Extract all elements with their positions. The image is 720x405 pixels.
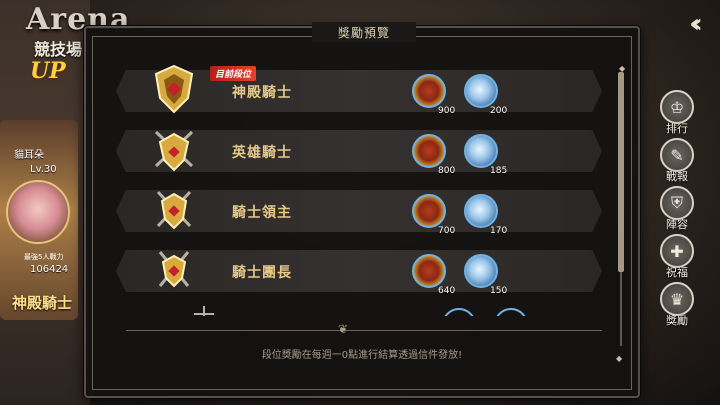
crystal-reward-count: 185	[490, 166, 508, 176]
side-item-rank[interactable]: ♔ 排行	[654, 90, 700, 136]
crystal-reward-icon[interactable]	[464, 254, 498, 288]
tier-emblem-icon	[194, 306, 214, 316]
gold-reward-icon	[442, 308, 476, 316]
footer-note: 段位獎勵在每週一0點進行結算透過信件發放!	[261, 350, 463, 361]
side-item-battle-report[interactable]: ✎ 戰報	[654, 138, 700, 184]
reward-icon: ♛	[660, 282, 694, 316]
side-item-lineup[interactable]: ⛨ 陣容	[654, 186, 700, 232]
tier-emblem-icon	[156, 190, 192, 230]
crystal-reward-count: 200	[490, 106, 508, 116]
gold-reward-icon[interactable]	[412, 194, 446, 228]
player-name: 貓耳朵	[14, 150, 44, 161]
side-item-label: 排行	[666, 122, 688, 135]
battle-report-icon: ✎	[660, 138, 694, 172]
player-power: 106424	[30, 264, 69, 275]
side-item-reward[interactable]: ♛ 獎勵	[654, 282, 700, 328]
player-power-label: 最強5人戰力	[24, 253, 64, 261]
gold-reward-icon[interactable]	[412, 254, 446, 288]
tier-emblem-icon	[154, 64, 194, 114]
footer-divider	[126, 330, 602, 331]
side-item-label: 獎勵	[666, 314, 688, 327]
panel-title: 獎勵預覽	[337, 25, 390, 40]
back-button[interactable]: ‹‹	[668, 8, 716, 40]
lineup-icon: ⛨	[660, 186, 694, 220]
scrollbar-thumb[interactable]	[618, 72, 624, 272]
tier-row-partial	[116, 306, 602, 316]
crystal-reward-count: 150	[490, 286, 508, 296]
player-level: Lv.30	[30, 164, 57, 175]
player-portrait	[6, 180, 70, 244]
blessing-icon: ✚	[660, 234, 694, 268]
tier-name: 騎士團長	[232, 265, 292, 281]
gold-reward-count: 700	[438, 226, 456, 236]
tier-emblem-icon	[158, 251, 190, 288]
ornament-icon: ❦	[338, 322, 349, 336]
tier-name: 騎士領主	[232, 205, 292, 221]
crystal-reward-count: 170	[490, 226, 508, 236]
gold-reward-count: 800	[438, 166, 456, 176]
crystal-reward-icon	[494, 308, 528, 316]
gold-reward-icon[interactable]	[412, 74, 446, 108]
gold-reward-count: 640	[438, 286, 456, 296]
tier-name: 英雄騎士	[232, 145, 292, 161]
scroll-bottom-marker-icon: ◆	[616, 354, 623, 363]
crystal-reward-icon[interactable]	[464, 74, 498, 108]
panel-title-bar: 獎勵預覽	[312, 22, 416, 42]
arena-subtitle: 競技場	[34, 40, 83, 59]
gold-reward-icon[interactable]	[412, 134, 446, 168]
tier-emblem-icon	[154, 130, 194, 172]
tier-name: 神殿騎士	[232, 85, 292, 101]
gold-reward-count: 900	[438, 106, 456, 116]
side-item-label: 陣容	[666, 218, 688, 231]
side-item-blessing[interactable]: ✚ 祝福	[654, 234, 700, 280]
current-tier-badge: 目前段位	[210, 66, 257, 81]
rank-icon: ♔	[660, 90, 694, 124]
side-item-label: 祝福	[666, 266, 688, 279]
crystal-reward-icon[interactable]	[464, 134, 498, 168]
up-badge: UP	[30, 58, 66, 84]
side-item-label: 戰報	[666, 170, 688, 183]
reward-preview-panel: 獎勵預覽 ◆ 目前段位 神殿騎士 900 200 英雄騎士 800 185 騎士…	[84, 22, 640, 398]
back-chevron-icon: ‹‹	[689, 9, 703, 39]
player-rank: 神殿騎士	[12, 294, 73, 312]
crystal-reward-icon[interactable]	[464, 194, 498, 228]
